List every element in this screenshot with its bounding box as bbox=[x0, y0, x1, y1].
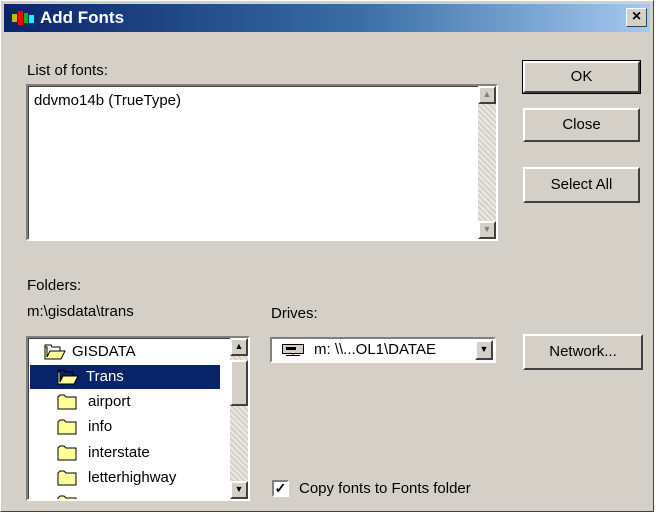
current-folder-path: m:\gisdata\trans bbox=[27, 303, 134, 320]
folder-label: interstate bbox=[88, 444, 150, 461]
open-folder-icon bbox=[44, 344, 66, 360]
folder-tree-scrollbar[interactable]: ▲ ▼ bbox=[230, 338, 248, 499]
drives-label: Drives: bbox=[271, 305, 318, 322]
drives-selected-value: m: \\...OL1\DATAE bbox=[314, 341, 436, 358]
checkmark-icon: ✓ bbox=[274, 480, 287, 496]
folder-item-airport[interactable]: airport bbox=[30, 390, 220, 414]
font-list-item[interactable]: ddvmo14b (TrueType) bbox=[34, 92, 181, 109]
font-list[interactable]: ddvmo14b (TrueType) ▲ ▼ bbox=[26, 84, 498, 241]
close-icon: × bbox=[631, 8, 642, 25]
scroll-up-button[interactable]: ▲ bbox=[230, 338, 248, 356]
folder-item-partial bbox=[30, 491, 220, 499]
chevron-down-icon: ▼ bbox=[479, 344, 489, 354]
folders-label: Folders: bbox=[27, 277, 82, 294]
folder-icon bbox=[57, 470, 77, 486]
ok-button[interactable]: OK bbox=[522, 60, 641, 94]
close-button[interactable]: Close bbox=[523, 108, 640, 142]
drives-select[interactable]: m: \\...OL1\DATAE ▼ bbox=[270, 337, 496, 363]
network-drive-icon bbox=[282, 344, 304, 356]
network-button[interactable]: Network... bbox=[523, 334, 643, 370]
scroll-up-arrow-icon: ▲ bbox=[482, 89, 492, 99]
folder-icon bbox=[57, 445, 77, 461]
scroll-down-button[interactable]: ▼ bbox=[230, 481, 248, 499]
add-fonts-dialog: Add Fonts × List of fonts: ddvmo14b (Tru… bbox=[0, 0, 654, 512]
folder-item-gisdata[interactable]: GISDATA bbox=[30, 340, 220, 364]
scroll-thumb[interactable] bbox=[230, 360, 248, 406]
folder-tree[interactable]: GISDATA Trans airport info interstate le… bbox=[26, 336, 250, 501]
folder-label: Trans bbox=[86, 368, 124, 385]
folder-item-interstate[interactable]: interstate bbox=[30, 441, 220, 465]
open-folder-icon bbox=[57, 369, 79, 385]
copy-fonts-checkbox[interactable]: ✓ bbox=[272, 480, 289, 497]
folder-icon bbox=[57, 394, 77, 410]
scroll-down-arrow-icon: ▼ bbox=[234, 484, 244, 494]
list-of-fonts-label: List of fonts: bbox=[27, 62, 108, 79]
scroll-down-arrow-icon: ▼ bbox=[482, 224, 492, 234]
copy-fonts-label[interactable]: Copy fonts to Fonts folder bbox=[299, 480, 471, 498]
folder-item-trans[interactable]: Trans bbox=[30, 365, 220, 389]
folder-label: GISDATA bbox=[72, 343, 136, 360]
scroll-up-arrow-icon: ▲ bbox=[234, 341, 244, 351]
font-list-scrollbar[interactable]: ▲ ▼ bbox=[478, 86, 496, 239]
folder-label: letterhighway bbox=[88, 469, 177, 486]
title-bar[interactable]: Add Fonts × bbox=[4, 4, 650, 32]
scroll-up-button[interactable]: ▲ bbox=[478, 86, 496, 104]
scroll-down-button[interactable]: ▼ bbox=[478, 221, 496, 239]
folder-icon bbox=[57, 495, 77, 499]
folder-item-letterhighway[interactable]: letterhighway bbox=[30, 466, 220, 490]
folder-item-info[interactable]: info bbox=[30, 415, 220, 439]
drives-dropdown-button[interactable]: ▼ bbox=[475, 340, 493, 360]
window-title: Add Fonts bbox=[40, 8, 125, 27]
fonts-app-icon bbox=[12, 11, 34, 25]
folder-label: airport bbox=[88, 393, 131, 410]
folder-icon bbox=[57, 419, 77, 435]
select-all-button[interactable]: Select All bbox=[523, 167, 640, 203]
close-window-button[interactable]: × bbox=[626, 8, 647, 27]
folder-label: info bbox=[88, 418, 113, 435]
